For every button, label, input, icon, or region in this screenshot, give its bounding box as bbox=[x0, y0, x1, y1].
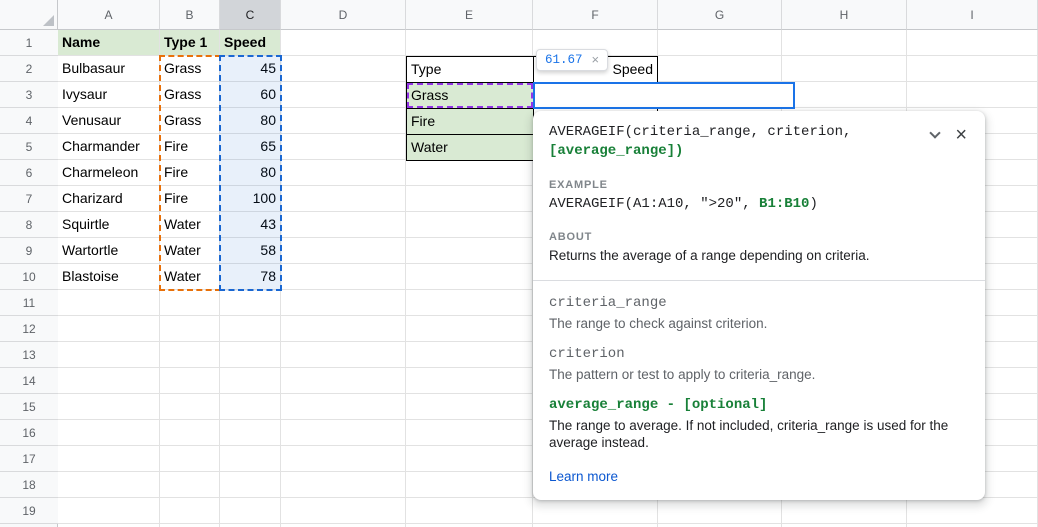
cell-C3[interactable]: 60 bbox=[220, 82, 281, 108]
param-desc-average-range: The range to average. If not included, c… bbox=[549, 417, 969, 451]
row-header-18[interactable]: 18 bbox=[0, 472, 58, 498]
cell-A9[interactable]: Wartortle bbox=[58, 238, 160, 264]
signature-optional-arg: [average_range]) bbox=[549, 143, 683, 159]
cell-B2[interactable]: Grass bbox=[160, 56, 220, 82]
cell-C9[interactable]: 58 bbox=[220, 238, 281, 264]
divider bbox=[533, 280, 985, 281]
cell-B3[interactable]: Grass bbox=[160, 82, 220, 108]
cell-E4[interactable]: Fire bbox=[406, 108, 534, 135]
cell-B1[interactable]: Type 1 bbox=[160, 30, 220, 56]
formula-preview-tooltip: 61.67 × bbox=[536, 49, 608, 71]
param-desc-criterion: The pattern or test to apply to criteria… bbox=[549, 366, 969, 383]
row-header-15[interactable]: 15 bbox=[0, 394, 58, 420]
example-code-suffix: ) bbox=[809, 196, 817, 212]
cell-B4[interactable]: Grass bbox=[160, 108, 220, 134]
select-all-triangle-icon bbox=[43, 15, 54, 26]
column-header-H[interactable]: H bbox=[782, 0, 907, 30]
cell-A1[interactable]: Name bbox=[58, 30, 160, 56]
row-header-11[interactable]: 11 bbox=[0, 290, 58, 316]
example-code-highlight: B1:B10 bbox=[759, 196, 809, 212]
column-header-D[interactable]: D bbox=[281, 0, 406, 30]
row-header-13[interactable]: 13 bbox=[0, 342, 58, 368]
cell-B5[interactable]: Fire bbox=[160, 134, 220, 160]
column-header-E[interactable]: E bbox=[406, 0, 533, 30]
example-code: AVERAGEIF(A1:A10, ">20", B1:B10) bbox=[549, 195, 969, 213]
cell-C6[interactable]: 80 bbox=[220, 160, 281, 186]
cell-C7[interactable]: 100 bbox=[220, 186, 281, 212]
row-header-6[interactable]: 6 bbox=[0, 160, 58, 186]
row-header-8[interactable]: 8 bbox=[0, 212, 58, 238]
about-label: ABOUT bbox=[549, 231, 969, 243]
row-header-2[interactable]: 2 bbox=[0, 56, 58, 82]
cell-A8[interactable]: Squirtle bbox=[58, 212, 160, 238]
param-name-average-range: average_range - [optional] bbox=[549, 397, 969, 414]
cell-E2[interactable]: Type bbox=[406, 56, 534, 83]
row-header-17[interactable]: 17 bbox=[0, 446, 58, 472]
cell-C10[interactable]: 78 bbox=[220, 264, 281, 290]
cell-editor-F3[interactable]: =AVERAGEIF(B2:B10, E3, C2:C10 bbox=[533, 82, 795, 109]
row-header-3[interactable]: 3 bbox=[0, 82, 58, 108]
param-name-criterion: criterion bbox=[549, 346, 969, 363]
row-header-7[interactable]: 7 bbox=[0, 186, 58, 212]
cell-B8[interactable]: Water bbox=[160, 212, 220, 238]
about-text: Returns the average of a range depending… bbox=[549, 247, 969, 264]
cell-B9[interactable]: Water bbox=[160, 238, 220, 264]
row-header-1[interactable]: 1 bbox=[0, 30, 58, 56]
select-all-corner[interactable] bbox=[0, 0, 58, 30]
cell-B6[interactable]: Fire bbox=[160, 160, 220, 186]
row-header-5[interactable]: 5 bbox=[0, 134, 58, 160]
spreadsheet: A B C D E F G H I 1 2 3 4 5 6 7 8 9 10 1… bbox=[0, 0, 1038, 527]
column-header-C[interactable]: C bbox=[220, 0, 281, 30]
formula-preview-value: 61.67 bbox=[545, 53, 583, 67]
row-header-12[interactable]: 12 bbox=[0, 316, 58, 342]
cell-A4[interactable]: Venusaur bbox=[58, 108, 160, 134]
row-header-16[interactable]: 16 bbox=[0, 420, 58, 446]
cell-A2[interactable]: Bulbasaur bbox=[58, 56, 160, 82]
column-header-A[interactable]: A bbox=[58, 0, 160, 30]
param-name-criteria-range: criteria_range bbox=[549, 295, 969, 312]
cell-B7[interactable]: Fire bbox=[160, 186, 220, 212]
function-help-popup: AVERAGEIF(criteria_range, criterion, [av… bbox=[533, 111, 985, 500]
example-label: EXAMPLE bbox=[549, 179, 969, 191]
column-header-I[interactable]: I bbox=[907, 0, 1038, 30]
popup-header-icons: × bbox=[931, 127, 967, 143]
column-header-F[interactable]: F bbox=[533, 0, 658, 30]
cell-C8[interactable]: 43 bbox=[220, 212, 281, 238]
learn-more-link[interactable]: Learn more bbox=[549, 469, 618, 484]
chevron-down-icon[interactable] bbox=[930, 127, 941, 138]
cell-A7[interactable]: Charizard bbox=[58, 186, 160, 212]
cell-E3[interactable]: Grass bbox=[406, 82, 534, 109]
cell-A5[interactable]: Charmander bbox=[58, 134, 160, 160]
row-header-14[interactable]: 14 bbox=[0, 368, 58, 394]
cell-B10[interactable]: Water bbox=[160, 264, 220, 290]
cell-C5[interactable]: 65 bbox=[220, 134, 281, 160]
row-header-4[interactable]: 4 bbox=[0, 108, 58, 134]
param-desc-criteria-range: The range to check against criterion. bbox=[549, 315, 969, 332]
function-signature: AVERAGEIF(criteria_range, criterion, [av… bbox=[549, 123, 969, 161]
row-header-10[interactable]: 10 bbox=[0, 264, 58, 290]
cell-C1[interactable]: Speed bbox=[220, 30, 281, 56]
row-header-9[interactable]: 9 bbox=[0, 238, 58, 264]
cell-A6[interactable]: Charmeleon bbox=[58, 160, 160, 186]
cell-A10[interactable]: Blastoise bbox=[58, 264, 160, 290]
close-icon[interactable]: × bbox=[955, 127, 967, 143]
cell-C4[interactable]: 80 bbox=[220, 108, 281, 134]
example-code-prefix: AVERAGEIF(A1:A10, ">20", bbox=[549, 196, 759, 212]
column-header-G[interactable]: G bbox=[658, 0, 782, 30]
signature-main: AVERAGEIF(criteria_range, criterion, bbox=[549, 124, 851, 140]
cell-A3[interactable]: Ivysaur bbox=[58, 82, 160, 108]
column-header-B[interactable]: B bbox=[160, 0, 220, 30]
row-header-19[interactable]: 19 bbox=[0, 498, 58, 524]
cell-C2[interactable]: 45 bbox=[220, 56, 281, 82]
cell-E5[interactable]: Water bbox=[406, 134, 534, 161]
close-icon[interactable]: × bbox=[592, 54, 600, 66]
